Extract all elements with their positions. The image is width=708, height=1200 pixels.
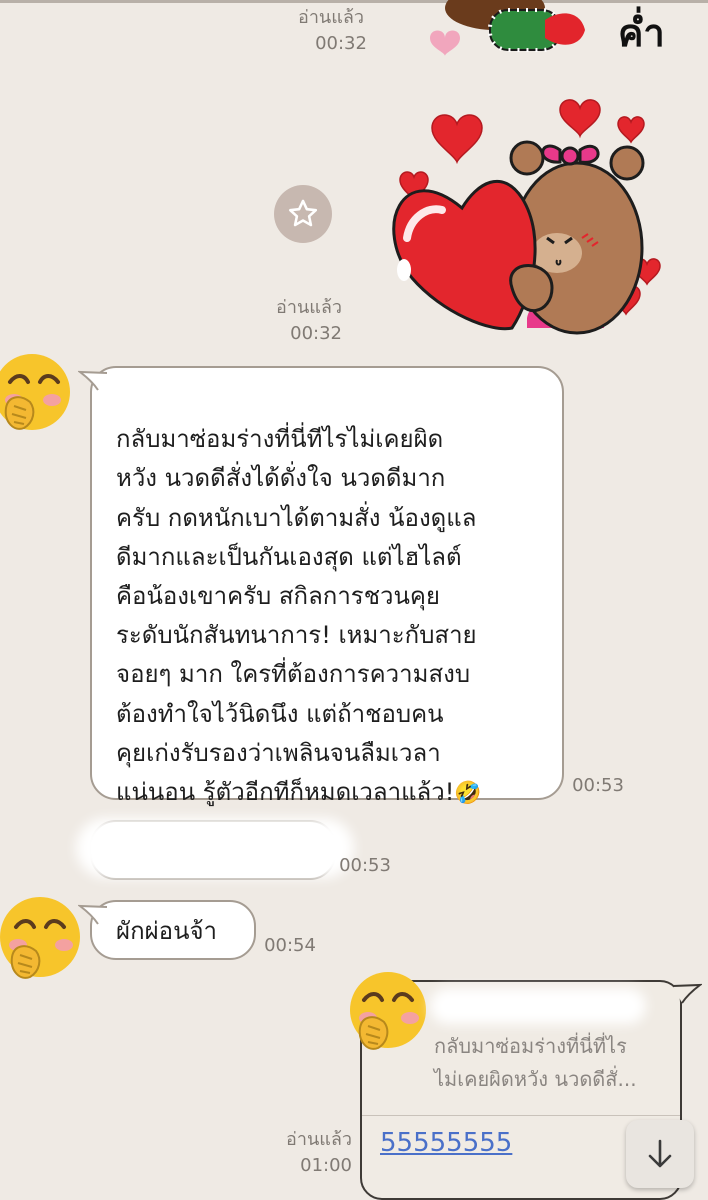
timestamp: 00:54 xyxy=(264,935,316,956)
message-link-text[interactable]: 55555555 xyxy=(380,1128,512,1158)
timestamp: 00:32 xyxy=(315,33,367,54)
blurred-content xyxy=(76,818,354,878)
timestamp: 00:53 xyxy=(339,855,391,876)
read-status: อ่านแล้ว xyxy=(298,7,364,28)
rofl-emoji: 🤣 xyxy=(454,781,482,807)
timestamp: 00:53 xyxy=(572,775,624,796)
quoted-message-preview[interactable]: กลับมาซ่อมร่างที่นี่ที่ไร ไม่เคยผิดหวัง … xyxy=(434,1030,684,1096)
read-status: อ่านแล้ว xyxy=(286,1129,352,1150)
message-text: กลับมาซ่อมร่างที่นี่ทีไรไม่เคยผิด หวัง น… xyxy=(116,425,482,807)
bubble-tail xyxy=(78,370,108,391)
star-icon xyxy=(288,199,318,227)
avatar-face-icon xyxy=(350,972,426,1050)
timestamp: 00:32 xyxy=(290,323,342,344)
sticker-girl-cropped[interactable]: ค่ำ xyxy=(420,0,680,60)
message-text: ผักผ่อนจ้า xyxy=(116,917,218,945)
avatar-face-icon[interactable] xyxy=(0,350,76,434)
favorite-sticker-button[interactable] xyxy=(274,185,332,243)
timestamp: 01:00 xyxy=(300,1155,352,1176)
scroll-down-arrow-icon xyxy=(648,1139,672,1168)
bubble-tail xyxy=(78,904,108,925)
avatar-face-icon[interactable] xyxy=(0,895,90,985)
divider xyxy=(362,1115,680,1116)
bear-heart-sticker[interactable] xyxy=(382,88,662,338)
blurred-sender-name xyxy=(430,988,646,1024)
read-status: อ่านแล้ว xyxy=(276,297,342,318)
sticker-caption: ค่ำ xyxy=(618,6,665,55)
scroll-to-bottom-button[interactable] xyxy=(626,1120,694,1188)
bubble-tail xyxy=(672,983,702,1004)
